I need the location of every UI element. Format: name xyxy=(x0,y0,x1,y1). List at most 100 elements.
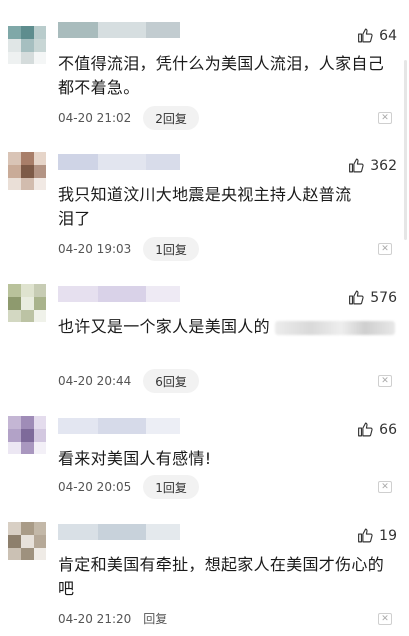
timestamp: 04-20 19:03 xyxy=(58,242,132,256)
redacted-text xyxy=(275,320,396,335)
avatar[interactable] xyxy=(8,26,46,64)
like-count: 19 xyxy=(379,527,397,544)
like-button[interactable]: 362 xyxy=(347,157,397,174)
username-pixel xyxy=(98,154,146,170)
avatar-pixel xyxy=(8,442,21,454)
username-pixel xyxy=(146,286,180,302)
avatar-pixel xyxy=(8,284,21,297)
avatar-pixel xyxy=(21,297,34,310)
replies-button[interactable]: 1回复 xyxy=(143,237,199,261)
avatar-pixel xyxy=(8,548,21,560)
username-pixel xyxy=(146,154,180,170)
reply-link[interactable]: 回复 xyxy=(143,610,167,627)
comment-meta: 04-20 19:03 1回复 xyxy=(58,237,199,261)
avatar-pixel xyxy=(34,442,46,454)
like-count: 362 xyxy=(370,157,397,174)
avatar-pixel xyxy=(8,297,21,310)
comment-meta: 04-20 20:05 1回复 xyxy=(58,475,199,499)
username-pixel xyxy=(58,524,98,540)
comment-meta: 04-20 21:02 2回复 xyxy=(58,106,199,130)
avatar-pixel xyxy=(34,152,46,165)
username-pixel xyxy=(98,286,146,302)
username-pixel xyxy=(58,286,98,302)
avatar-pixel xyxy=(8,178,21,190)
avatar-pixel xyxy=(21,442,34,454)
username-pixel xyxy=(98,22,146,38)
avatar-pixel xyxy=(8,52,21,64)
thumbs-up-icon xyxy=(347,289,365,306)
thumbs-up-icon xyxy=(356,527,374,544)
avatar-pixel xyxy=(21,429,34,442)
replies-button[interactable]: 1回复 xyxy=(143,475,199,499)
avatar-pixel xyxy=(34,548,46,560)
like-count: 64 xyxy=(379,27,397,44)
avatar-pixel xyxy=(21,52,34,64)
username-blurred[interactable] xyxy=(58,22,180,38)
comment-text: 我只知道汶川大地震是央视主持人赵普流泪了 xyxy=(58,185,352,228)
close-icon[interactable]: ✕ xyxy=(378,243,392,255)
avatar-pixel xyxy=(8,152,21,165)
thumbs-up-icon xyxy=(347,157,365,174)
avatar-pixel xyxy=(21,284,34,297)
avatar-pixel xyxy=(8,416,21,429)
comment-text: 不值得流泪，凭什么为美国人流泪，人家自己都不着急。 xyxy=(58,54,385,97)
avatar-pixel xyxy=(21,165,34,178)
comment-text: 肯定和美国有牵扯，想起家人在美国才伤心的吧 xyxy=(58,555,385,598)
username-pixel xyxy=(146,22,180,38)
close-icon[interactable]: ✕ xyxy=(378,613,392,625)
close-icon[interactable]: ✕ xyxy=(378,481,392,493)
like-button[interactable]: 66 xyxy=(356,421,397,438)
comment-text: 也许又是一个家人是美国人的 xyxy=(58,315,398,339)
avatar-pixel xyxy=(34,310,46,322)
avatar-pixel xyxy=(8,535,21,548)
username-pixel xyxy=(58,154,98,170)
scrollbar[interactable] xyxy=(404,60,407,240)
avatar-pixel xyxy=(8,26,21,39)
avatar-pixel xyxy=(21,39,34,52)
avatar-pixel xyxy=(8,522,21,535)
avatar-pixel xyxy=(34,178,46,190)
comment-meta: 04-20 20:44 6回复 xyxy=(58,369,199,393)
timestamp: 04-20 21:20 xyxy=(58,611,132,626)
avatar-pixel xyxy=(34,429,46,442)
username-pixel xyxy=(146,524,180,540)
avatar-pixel xyxy=(34,535,46,548)
timestamp: 04-20 21:02 xyxy=(58,111,132,125)
close-icon[interactable]: ✕ xyxy=(378,375,392,387)
avatar[interactable] xyxy=(8,522,46,560)
like-button[interactable]: 64 xyxy=(356,27,397,44)
thumbs-up-icon xyxy=(356,421,374,438)
avatar-pixel xyxy=(8,165,21,178)
avatar-pixel xyxy=(21,152,34,165)
comment-text-visible: 也许又是一个家人是美国人的 xyxy=(58,317,270,336)
thumbs-up-icon xyxy=(356,27,374,44)
username-blurred[interactable] xyxy=(58,524,180,540)
like-button[interactable]: 19 xyxy=(356,527,397,544)
avatar[interactable] xyxy=(8,152,46,190)
avatar[interactable] xyxy=(8,416,46,454)
username-blurred[interactable] xyxy=(58,418,180,434)
comment-text: 看来对美国人有感情! xyxy=(58,449,212,468)
avatar-pixel xyxy=(34,165,46,178)
like-count: 576 xyxy=(370,289,397,306)
avatar-pixel xyxy=(21,535,34,548)
username-blurred[interactable] xyxy=(58,154,180,170)
avatar-pixel xyxy=(34,416,46,429)
comment-meta: 04-20 21:20 回复 xyxy=(58,610,167,627)
avatar[interactable] xyxy=(8,284,46,322)
avatar-pixel xyxy=(34,52,46,64)
timestamp: 04-20 20:44 xyxy=(58,374,132,388)
avatar-pixel xyxy=(21,310,34,322)
username-pixel xyxy=(58,418,98,434)
username-pixel xyxy=(98,418,146,434)
close-icon[interactable]: ✕ xyxy=(378,112,392,124)
replies-button[interactable]: 6回复 xyxy=(143,369,199,393)
like-button[interactable]: 576 xyxy=(347,289,397,306)
username-pixel xyxy=(146,418,180,434)
username-blurred[interactable] xyxy=(58,286,180,302)
like-count: 66 xyxy=(379,421,397,438)
avatar-pixel xyxy=(21,178,34,190)
replies-button[interactable]: 2回复 xyxy=(143,106,199,130)
avatar-pixel xyxy=(8,310,21,322)
avatar-pixel xyxy=(34,26,46,39)
